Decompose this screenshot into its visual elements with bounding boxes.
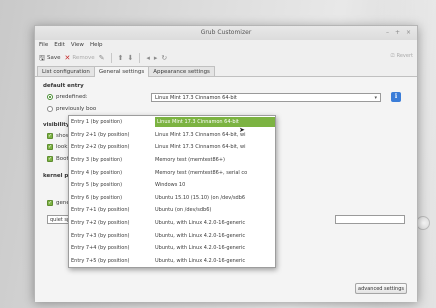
menu-view[interactable]: View: [71, 40, 84, 50]
kernel-parameters-input-extension[interactable]: [335, 215, 405, 224]
generate-recovery-checkbox[interactable]: ✓: [47, 200, 53, 206]
window-title: Grub Customizer: [200, 29, 252, 36]
move-up-icon[interactable]: ⬆: [118, 54, 124, 62]
dropdown-item-title: Ubuntu, with Linux 4.2.0-16-generic: [155, 257, 246, 264]
dropdown-item[interactable]: Entry 2+2 (by position) Linux Mint 17.3 …: [69, 141, 275, 154]
predefined-option[interactable]: predefined:: [47, 94, 88, 100]
advanced-settings-button[interactable]: advanced settings: [355, 283, 407, 294]
dropdown-item-title: Linux Mint 17.3 Cinnamon 64-bit: [155, 117, 275, 128]
dropdown-item-position: Entry 7+3 (by position): [71, 232, 130, 239]
dropdown-item-title: Windows 10: [155, 182, 186, 189]
remove-icon: ✕: [64, 54, 71, 62]
revert-button[interactable]: ⎚ Revert: [391, 53, 413, 59]
dropdown-item-position: Entry 7+5 (by position): [71, 257, 130, 264]
chevron-down-icon: ▾: [374, 95, 377, 101]
dropdown-item-title: Linux Mint 17.3 Cinnamon 64-bit, wi: [155, 144, 246, 151]
show-menu-checkbox[interactable]: ✓: [47, 133, 53, 139]
dropdown-item-title: Ubuntu, with Linux 4.2.0-16-generic: [155, 245, 246, 252]
dropdown-item-position: Entry 2+2 (by position): [71, 144, 130, 151]
dropdown-item-position: Entry 7+1 (by position): [71, 207, 130, 214]
dropdown-item[interactable]: Entry 7+2 (by position) Ubuntu, with Lin…: [69, 217, 275, 230]
menu-edit[interactable]: Edit: [54, 40, 65, 50]
revert-label: Revert: [396, 53, 413, 59]
menubar: File Edit View Help: [35, 40, 417, 50]
default-entry-select[interactable]: Linux Mint 17.3 Cinnamon 64-bit ▾: [151, 93, 381, 102]
dropdown-item-position: Entry 2+1 (by position): [71, 131, 130, 138]
previously-booted-label: previously boo: [56, 106, 97, 112]
dropdown-item-title: Ubuntu, with Linux 4.2.0-16-generic: [155, 220, 246, 227]
previously-booted-radio[interactable]: [47, 106, 53, 112]
dropdown-item-position: Entry 7+2 (by position): [71, 220, 130, 227]
dropdown-item[interactable]: Entry 3 (by position) Memory test (memte…: [69, 154, 275, 167]
move-left-icon[interactable]: ◂: [146, 54, 150, 62]
dropdown-item-title: Ubuntu (on /dev/sdb6): [155, 207, 212, 214]
revert-icon: ⎚: [390, 53, 395, 59]
predefined-radio[interactable]: [47, 94, 53, 100]
predefined-label: predefined:: [56, 94, 88, 100]
rename-icon[interactable]: ✎: [99, 54, 105, 62]
info-button[interactable]: i: [391, 92, 401, 102]
dropdown-item[interactable]: Entry 7+5 (by position) Ubuntu, with Lin…: [69, 255, 275, 268]
toolbar-separator: [139, 53, 141, 63]
dropdown-item-position: Entry 3 (by position): [71, 157, 123, 164]
desktop-decoration: [416, 216, 430, 230]
dropdown-item-title: Memory test (memtest86+): [155, 157, 225, 164]
refresh-icon[interactable]: ↻: [161, 54, 167, 62]
save-icon: 🖫: [39, 54, 45, 62]
maximize-button[interactable]: +: [395, 26, 400, 40]
dropdown-item-position: Entry 1 (by position): [71, 119, 123, 126]
dropdown-item-title: Ubuntu 15.10 (15.10) (on /dev/sdb6: [155, 194, 246, 201]
dropdown-item-position: Entry 6 (by position): [71, 194, 123, 201]
dropdown-item-title: Memory test (memtest86+, serial co: [155, 169, 248, 176]
settings-tabs: List configuration General settings Appe…: [35, 66, 417, 77]
remove-label: Remove: [72, 55, 95, 61]
default-entry-dropdown-list: Entry 1 (by position) Linux Mint 17.3 Ci…: [68, 115, 276, 268]
menu-file[interactable]: File: [39, 40, 48, 50]
tab-appearance-settings[interactable]: Appearance settings: [148, 66, 215, 76]
move-right-icon[interactable]: ▸: [154, 54, 158, 62]
dropdown-item[interactable]: Entry 4 (by position) Memory test (memte…: [69, 166, 275, 179]
dropdown-item-title: Ubuntu, with Linux 4.2.0-16-generic: [155, 232, 246, 239]
menu-help[interactable]: Help: [90, 40, 103, 50]
dropdown-item-title: Linux Mint 17.3 Cinnamon 64-bit, wi: [155, 131, 246, 138]
tab-general-settings[interactable]: General settings: [93, 66, 150, 77]
dropdown-item-position: Entry 4 (by position): [71, 169, 123, 176]
toolbar-separator: [110, 53, 112, 63]
dropdown-item[interactable]: Entry 7+3 (by position) Ubuntu, with Lin…: [69, 229, 275, 242]
boot-default-checkbox[interactable]: ✓: [47, 156, 53, 162]
move-down-icon[interactable]: ⬇: [127, 54, 133, 62]
remove-button[interactable]: ✕ Remove: [64, 54, 94, 62]
mouse-cursor-icon: ➤: [239, 126, 245, 134]
close-button[interactable]: ×: [406, 26, 411, 40]
dropdown-item-position: Entry 7+4 (by position): [71, 245, 130, 252]
look-for-other-checkbox[interactable]: ✓: [47, 144, 53, 150]
dropdown-item[interactable]: Entry 7+4 (by position) Ubuntu, with Lin…: [69, 242, 275, 255]
window-controls: – + ×: [386, 26, 411, 40]
toolbar: 🖫 Save ✕ Remove ✎ ⬆ ⬇ ◂ ▸ ↻ ⎚ Revert: [35, 50, 417, 66]
minimize-button[interactable]: –: [386, 26, 389, 40]
default-entry-value: Linux Mint 17.3 Cinnamon 64-bit: [155, 94, 237, 101]
visibility-heading: visibility: [43, 122, 70, 128]
dropdown-item-position: Entry 5 (by position): [71, 182, 123, 189]
save-button[interactable]: 🖫 Save: [39, 54, 60, 62]
dropdown-item[interactable]: Entry 7+1 (by position) Ubuntu (on /dev/…: [69, 204, 275, 217]
dropdown-item[interactable]: Entry 5 (by position) Windows 10: [69, 179, 275, 192]
save-label: Save: [46, 55, 61, 61]
dropdown-item[interactable]: Entry 6 (by position) Ubuntu 15.10 (15.1…: [69, 192, 275, 205]
previously-booted-option[interactable]: previously boo: [47, 106, 96, 112]
default-entry-heading: default entry: [43, 83, 84, 89]
tab-list-configuration[interactable]: List configuration: [37, 66, 95, 76]
window-titlebar[interactable]: Grub Customizer – + ×: [35, 26, 417, 40]
